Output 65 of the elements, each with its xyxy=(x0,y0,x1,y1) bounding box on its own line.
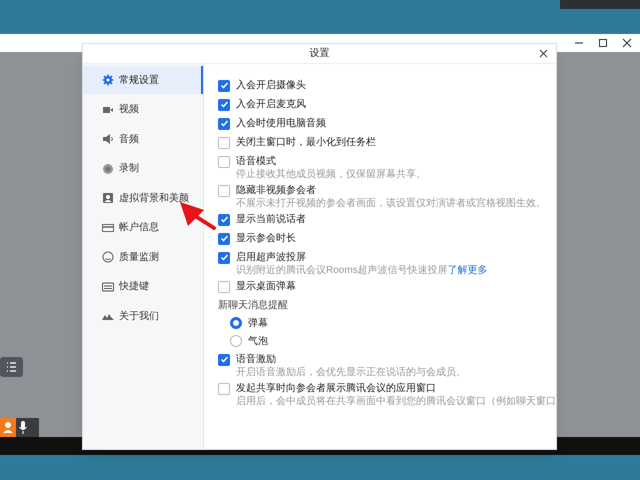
option-label: 语音模式 xyxy=(236,154,276,168)
check-icon xyxy=(220,100,228,109)
option-label: 语音激励 xyxy=(236,352,276,366)
check-icon xyxy=(220,81,228,90)
card-icon xyxy=(102,222,114,234)
sidebar-item[interactable]: 录制 xyxy=(83,154,203,182)
option-label: 入会时使用电脑音频 xyxy=(236,116,326,131)
keyboard-icon xyxy=(102,280,114,292)
list-icon[interactable] xyxy=(0,357,23,377)
sidebar-item[interactable]: 视频 xyxy=(83,96,203,124)
sidebar-item[interactable]: 质量监测 xyxy=(83,243,203,271)
sidebar-item[interactable]: 虚拟背景和美颜 xyxy=(83,184,203,212)
close-icon[interactable] xyxy=(622,38,632,48)
radio-button[interactable] xyxy=(230,335,242,347)
dialog-title: 设置 xyxy=(310,46,330,61)
learn-more-link[interactable]: 了解更多 xyxy=(448,262,488,278)
gear-icon xyxy=(102,74,114,86)
maximize-icon[interactable] xyxy=(598,38,608,48)
option-label: 入会开启摄像头 xyxy=(236,78,306,93)
section-label: 新聊天消息提醒 xyxy=(218,298,288,312)
check-icon xyxy=(220,355,228,364)
sidebar-item[interactable]: 帐户信息 xyxy=(83,214,203,242)
option-label: 关闭主窗口时，最小化到任务栏 xyxy=(236,136,376,150)
option-label: 入会开启麦克风 xyxy=(236,98,306,112)
portrait-icon xyxy=(102,192,114,204)
option-description: 启用后，会中成员将在共享画面中看到您的腾讯会议窗口（例如聊天窗口 xyxy=(236,394,556,408)
checkbox[interactable] xyxy=(218,184,230,196)
checkbox[interactable] xyxy=(218,118,230,130)
checkbox[interactable] xyxy=(218,232,230,244)
sidebar-item[interactable]: 音频 xyxy=(83,125,203,153)
option-label: 启用超声波投屏 xyxy=(236,250,306,264)
checkbox[interactable] xyxy=(218,98,230,110)
checkbox[interactable] xyxy=(218,136,230,148)
checkbox[interactable] xyxy=(218,354,230,366)
check-icon xyxy=(220,215,228,224)
option-label: 显示参会时长 xyxy=(236,232,296,246)
checkbox[interactable] xyxy=(218,214,230,226)
sidebar-item[interactable]: 常规设置 xyxy=(83,66,203,94)
speaker-icon xyxy=(102,133,114,145)
checkbox[interactable] xyxy=(218,280,230,292)
option-label: 显示桌面弹幕 xyxy=(236,280,296,294)
option-description: 识别附近的腾讯会议Rooms超声波信号快速投屏 xyxy=(236,264,448,278)
sidebar-item[interactable]: 快捷键 xyxy=(83,272,203,300)
gauge-icon xyxy=(102,251,114,263)
option-description: 不展示未打开视频的参会者画面，该设置仅对演讲者或宫格视图生效。 xyxy=(236,196,546,210)
checkbox[interactable] xyxy=(218,252,230,264)
option-label: 隐藏非视频参会者 xyxy=(236,184,316,198)
check-icon xyxy=(220,234,228,243)
checkbox[interactable] xyxy=(218,80,230,92)
sidebar-item[interactable]: 关于我们 xyxy=(83,302,203,330)
arrow-drawing xyxy=(179,201,217,231)
option-label: 气泡 xyxy=(248,334,268,348)
radio-button[interactable] xyxy=(230,317,242,329)
option-label: 弹幕 xyxy=(248,316,268,330)
option-label: 显示当前说话者 xyxy=(236,212,306,227)
checkbox[interactable] xyxy=(218,382,230,394)
option-description: 开启语音激励后，会优先显示正在说话的与会成员。 xyxy=(236,366,466,380)
close-icon[interactable] xyxy=(539,49,548,58)
option-description: 停止接收其他成员视频，仅保留屏幕共享。 xyxy=(236,168,426,182)
check-icon xyxy=(220,119,228,128)
check-icon xyxy=(220,253,228,262)
microphone-icon[interactable] xyxy=(16,418,39,437)
checkbox[interactable] xyxy=(218,156,230,168)
record-icon xyxy=(102,162,114,174)
option-label: 发起共享时向参会者展示腾讯会议的应用窗口 xyxy=(236,382,436,396)
